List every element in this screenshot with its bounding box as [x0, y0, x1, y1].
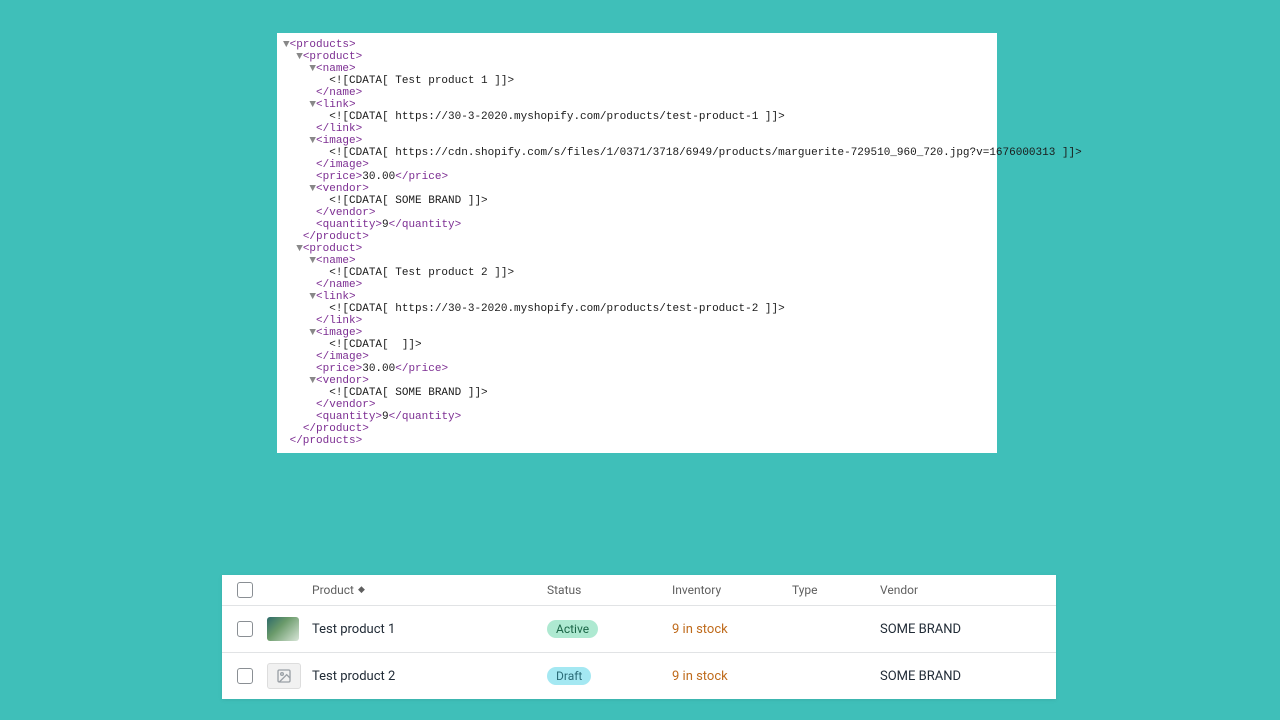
- xml-line: <![CDATA[ https://30-3-2020.myshopify.co…: [277, 111, 997, 123]
- status-badge: Draft: [547, 667, 591, 685]
- xml-line: <quantity>9</quantity>: [277, 219, 997, 231]
- product-name: Test product 2: [312, 669, 395, 684]
- table-row[interactable]: Test product 2 Draft 9 in stock SOME BRAND: [222, 652, 1056, 699]
- vendor-value: SOME BRAND: [880, 669, 961, 684]
- product-name: Test product 1: [312, 622, 395, 637]
- header-vendor-label: Vendor: [880, 583, 918, 597]
- xml-line: ▼<image>: [277, 135, 997, 147]
- xml-line: <![CDATA[ https://30-3-2020.myshopify.co…: [277, 303, 997, 315]
- xml-tree-panel: ▼<products> ▼<product> ▼<name> <![CDATA[…: [277, 33, 997, 453]
- xml-line: </products>: [277, 435, 997, 447]
- image-placeholder-icon[interactable]: [267, 663, 301, 689]
- xml-line: ▼<link>: [277, 99, 997, 111]
- xml-line: ▼<link>: [277, 291, 997, 303]
- xml-line: <![CDATA[ SOME BRAND ]]>: [277, 387, 997, 399]
- inventory-value: 9 in stock: [672, 669, 728, 684]
- xml-line: </link>: [277, 123, 997, 135]
- header-inventory-label: Inventory: [672, 583, 721, 597]
- header-vendor[interactable]: Vendor: [880, 583, 1041, 597]
- xml-line: ▼<name>: [277, 255, 997, 267]
- status-badge: Active: [547, 620, 598, 638]
- sort-icon: ◆: [358, 585, 365, 595]
- table-row[interactable]: Test product 1 Active 9 in stock SOME BRAND: [222, 605, 1056, 652]
- header-product[interactable]: Product ◆: [312, 583, 547, 597]
- xml-line: <![CDATA[ https://cdn.shopify.com/s/file…: [277, 147, 997, 159]
- header-status-label: Status: [547, 583, 581, 597]
- xml-line: ▼<image>: [277, 327, 997, 339]
- products-table: Product ◆ Status Inventory Type Vendor T…: [222, 575, 1056, 699]
- tree-toggle-icon[interactable]: ▼: [296, 51, 303, 63]
- tree-toggle-icon[interactable]: ▼: [283, 39, 290, 51]
- xml-line: </name>: [277, 279, 997, 291]
- xml-line: <price>30.00</price>: [277, 363, 997, 375]
- select-all-checkbox[interactable]: [237, 582, 253, 598]
- row-checkbox[interactable]: [237, 668, 253, 684]
- xml-line: ▼<product>: [277, 51, 997, 63]
- xml-line: </product>: [277, 231, 997, 243]
- header-type-label: Type: [792, 583, 818, 597]
- xml-line: </image>: [277, 159, 997, 171]
- header-type[interactable]: Type: [792, 583, 880, 597]
- inventory-value: 9 in stock: [672, 622, 728, 637]
- xml-line: <![CDATA[ SOME BRAND ]]>: [277, 195, 997, 207]
- xml-line: ▼<vendor>: [277, 375, 997, 387]
- header-status[interactable]: Status: [547, 583, 672, 597]
- vendor-value: SOME BRAND: [880, 622, 961, 637]
- xml-line: ▼<product>: [277, 243, 997, 255]
- xml-line: </name>: [277, 87, 997, 99]
- xml-line: <![CDATA[ Test product 1 ]]>: [277, 75, 997, 87]
- xml-line: ▼<vendor>: [277, 183, 997, 195]
- xml-line: ▼<products>: [277, 39, 997, 51]
- xml-line: <quantity>9</quantity>: [277, 411, 997, 423]
- tree-toggle-icon[interactable]: ▼: [296, 243, 303, 255]
- xml-line: ▼<name>: [277, 63, 997, 75]
- xml-line: <price>30.00</price>: [277, 171, 997, 183]
- xml-line: <![CDATA[ ]]>: [277, 339, 997, 351]
- xml-line: </link>: [277, 315, 997, 327]
- xml-line: </vendor>: [277, 207, 997, 219]
- xml-line: <![CDATA[ Test product 2 ]]>: [277, 267, 997, 279]
- xml-line: </vendor>: [277, 399, 997, 411]
- row-checkbox[interactable]: [237, 621, 253, 637]
- xml-line: </image>: [277, 351, 997, 363]
- header-product-label: Product: [312, 583, 354, 597]
- header-inventory[interactable]: Inventory: [672, 583, 792, 597]
- product-thumbnail[interactable]: [267, 617, 299, 641]
- xml-line: </product>: [277, 423, 997, 435]
- table-header-row: Product ◆ Status Inventory Type Vendor: [222, 575, 1056, 605]
